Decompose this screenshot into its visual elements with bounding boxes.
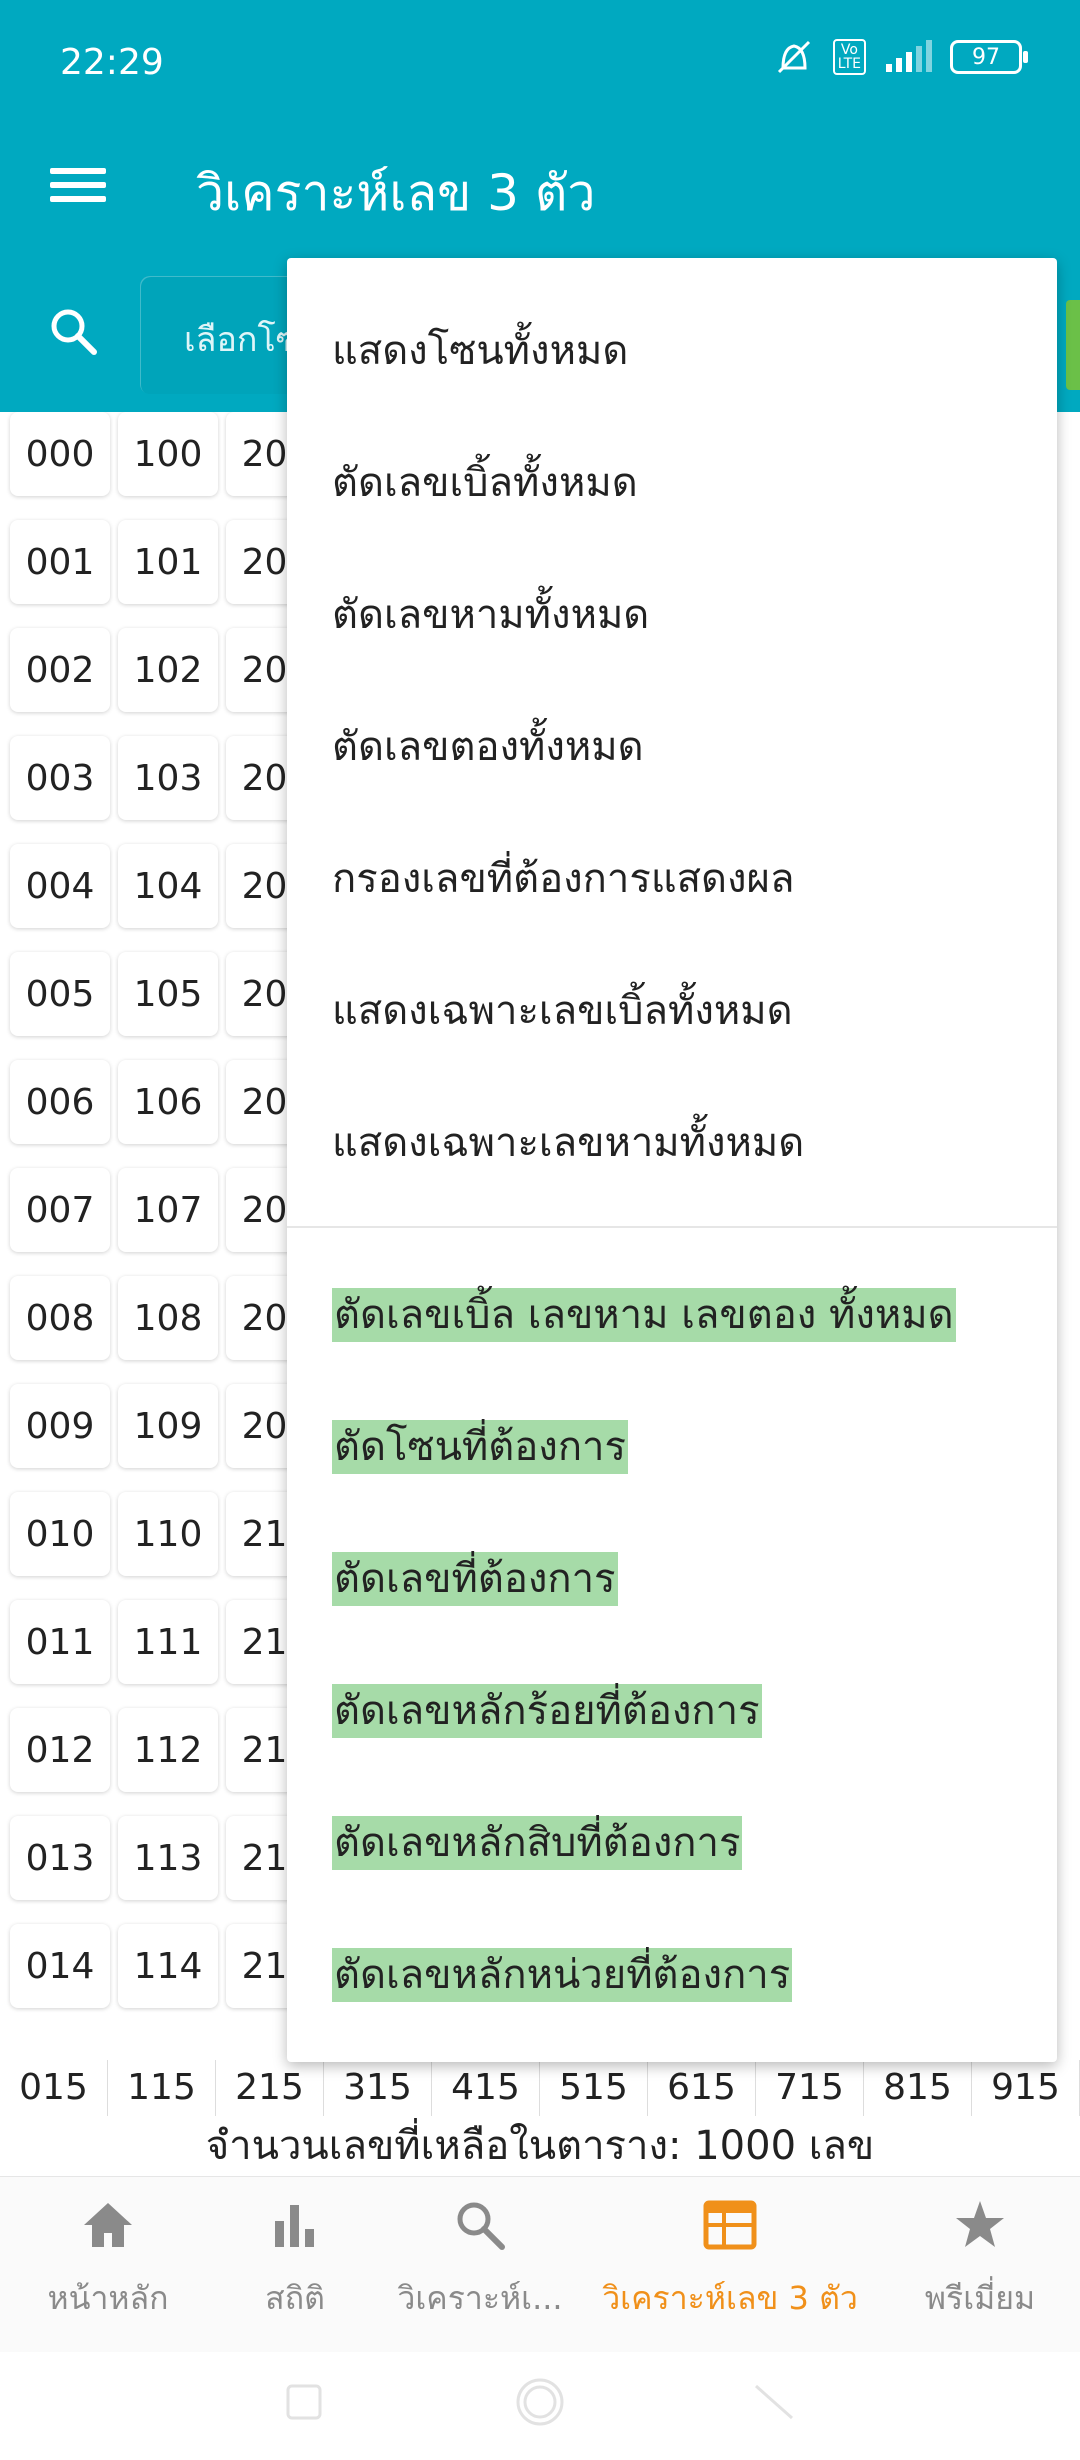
search-icon[interactable] xyxy=(48,306,100,358)
menu-item-label: ตัดเลขหลักสิบที่ต้องการ xyxy=(332,1816,743,1870)
number-cell[interactable]: 415 xyxy=(432,2060,540,2116)
number-cell[interactable]: 002 xyxy=(10,628,110,712)
number-cell[interactable]: 715 xyxy=(756,2060,864,2116)
grid-column-1: 100 101 102 103 104 105 106 107 108 109 110 111 112 1… xyxy=(118,412,218,2032)
menu-item-cut-ham[interactable]: ตัดเลขหามทั้งหมด xyxy=(332,582,649,646)
number-cell[interactable]: 010 xyxy=(10,1492,110,1576)
menu-item-show-all-zones[interactable]: แสดงโซนทั้งหมด xyxy=(332,318,628,382)
zone-select-placeholder: เลือกโซ xyxy=(184,320,299,360)
number-cell[interactable]: 107 xyxy=(118,1168,218,1252)
bar-chart-icon xyxy=(275,2205,314,2247)
number-cell[interactable]: 007 xyxy=(10,1168,110,1252)
nav-label: วิเคราะห์เ... xyxy=(397,2279,563,2317)
menu-item-filter-numbers[interactable]: กรองเลขที่ต้องการแสดงผล xyxy=(332,846,795,910)
bottom-nav: หน้าหลัก สถิติ วิเคราะห์เ... วิเคราะห์เล… xyxy=(0,2176,1080,2353)
number-cell[interactable]: 105 xyxy=(118,952,218,1036)
number-cell[interactable]: 815 xyxy=(864,2060,972,2116)
menu-icon[interactable] xyxy=(50,160,106,216)
number-cell[interactable]: 315 xyxy=(324,2060,432,2116)
home-icon xyxy=(84,2203,132,2247)
back-icon[interactable] xyxy=(752,2380,796,2424)
number-cell[interactable]: 014 xyxy=(10,1924,110,2008)
number-cell[interactable]: 103 xyxy=(118,736,218,820)
number-cell[interactable]: 006 xyxy=(10,1060,110,1144)
mute-icon xyxy=(777,40,810,74)
search-icon xyxy=(457,2202,505,2250)
menu-item-cut-zone[interactable]: ตัดโซนที่ต้องการ xyxy=(332,1414,628,1478)
number-cell[interactable]: 113 xyxy=(118,1816,218,1900)
menu-item-show-ham-only[interactable]: แสดงเฉพาะเลขหามทั้งหมด xyxy=(332,1110,804,1174)
page-title: วิเคราะห์เลข 3 ตัว xyxy=(196,164,596,222)
nav-label: วิเคราะห์เลข 3 ตัว xyxy=(602,2279,858,2317)
menu-item-label: ตัดเลขเบิ้ล เลขหาม เลขตอง ทั้งหมด xyxy=(332,1288,956,1342)
menu-item-cut-doubles[interactable]: ตัดเลขเบิ้ลทั้งหมด xyxy=(332,450,638,514)
number-cell[interactable]: 106 xyxy=(118,1060,218,1144)
nav-label: พรีเมี่ยม xyxy=(924,2279,1036,2317)
menu-item-cut-double-ham-triple[interactable]: ตัดเลขเบิ้ล เลขหาม เลขตอง ทั้งหมด xyxy=(332,1282,956,1346)
battery-level: 97 xyxy=(972,44,1000,70)
number-cell[interactable]: 104 xyxy=(118,844,218,928)
nav-label: สถิติ xyxy=(265,2279,325,2317)
number-cell[interactable]: 110 xyxy=(118,1492,218,1576)
nav-item-home[interactable]: หน้าหลัก xyxy=(0,2197,216,2324)
status-icons: Vo LTE 97 xyxy=(773,38,1028,76)
menu-item-cut-tens[interactable]: ตัดเลขหลักสิบที่ต้องการ xyxy=(332,1810,743,1874)
status-time: 22:29 xyxy=(60,42,164,83)
menu-item-label: ตัดเลขหลักร้อยที่ต้องการ xyxy=(332,1684,762,1738)
number-cell[interactable]: 000 xyxy=(10,412,110,496)
nav-item-analyze-3digit[interactable]: วิเคราะห์เลข 3 ตัว xyxy=(575,2197,885,2324)
menu-item-cut-triples[interactable]: ตัดเลขตองทั้งหมด xyxy=(332,714,644,778)
menu-item-cut-number[interactable]: ตัดเลขที่ต้องการ xyxy=(332,1546,618,1610)
menu-item-cut-units[interactable]: ตัดเลขหลักหน่วยที่ต้องการ xyxy=(332,1942,793,2006)
table-icon xyxy=(703,2200,757,2250)
nav-item-stats[interactable]: สถิติ xyxy=(187,2197,403,2324)
nav-label: หน้าหลัก xyxy=(47,2279,169,2317)
signal-icon xyxy=(886,40,932,72)
menu-divider xyxy=(287,1226,1057,1228)
menu-item-cut-hundreds[interactable]: ตัดเลขหลักร้อยที่ต้องการ xyxy=(332,1678,762,1742)
accent-tab xyxy=(1066,300,1080,390)
number-cell[interactable]: 114 xyxy=(118,1924,218,2008)
volte-icon: Vo LTE xyxy=(832,39,866,75)
nav-item-analyze[interactable]: วิเคราะห์เ... xyxy=(372,2197,588,2324)
menu-item-label: ตัดโซนที่ต้องการ xyxy=(332,1420,628,1474)
grid-column-0: 000 001 002 003 004 005 006 007 008 009 010 011 012 0… xyxy=(10,412,110,2032)
number-cell[interactable]: 915 xyxy=(972,2060,1080,2116)
number-cell[interactable]: 009 xyxy=(10,1384,110,1468)
number-cell[interactable]: 111 xyxy=(118,1600,218,1684)
number-cell[interactable]: 101 xyxy=(118,520,218,604)
number-cell[interactable]: 115 xyxy=(108,2060,216,2116)
number-cell[interactable]: 109 xyxy=(118,1384,218,1468)
nav-item-premium[interactable]: พรีเมี่ยม xyxy=(872,2197,1080,2324)
number-cell[interactable]: 012 xyxy=(10,1708,110,1792)
number-cell[interactable]: 102 xyxy=(118,628,218,712)
remaining-count: จำนวนเลขที่เหลือในตาราง: 1000 เลข xyxy=(0,2116,1080,2176)
options-menu: แสดงโซนทั้งหมด ตัดเลขเบิ้ลทั้งหมด ตัดเลข… xyxy=(287,258,1057,2062)
number-cell[interactable]: 008 xyxy=(10,1276,110,1360)
number-cell[interactable]: 100 xyxy=(118,412,218,496)
menu-item-label: ตัดเลขหลักหน่วยที่ต้องการ xyxy=(332,1948,793,2002)
recents-icon[interactable] xyxy=(282,2380,326,2424)
status-bar: 22:29 Vo LTE 97 xyxy=(0,0,1080,130)
number-cell[interactable]: 112 xyxy=(118,1708,218,1792)
number-cell[interactable]: 515 xyxy=(540,2060,648,2116)
number-cell[interactable]: 215 xyxy=(216,2060,324,2116)
number-cell[interactable]: 013 xyxy=(10,1816,110,1900)
number-cell[interactable]: 005 xyxy=(10,952,110,1036)
menu-item-label: ตัดเลขที่ต้องการ xyxy=(332,1552,618,1606)
number-cell[interactable]: 015 xyxy=(0,2060,108,2116)
number-cell[interactable]: 615 xyxy=(648,2060,756,2116)
number-cell[interactable]: 108 xyxy=(118,1276,218,1360)
star-icon xyxy=(956,2201,1004,2247)
system-nav-bar xyxy=(0,2352,1080,2460)
app-bar: วิเคราะห์เลข 3 ตัว xyxy=(0,130,1080,258)
home-button-icon[interactable] xyxy=(512,2374,568,2430)
number-cell[interactable]: 001 xyxy=(10,520,110,604)
number-cell[interactable]: 011 xyxy=(10,1600,110,1684)
grid-last-row: 015 115 215 315 415 515 615 715 815 915 xyxy=(0,2060,1080,2116)
menu-item-show-doubles-only[interactable]: แสดงเฉพาะเลขเบิ้ลทั้งหมด xyxy=(332,978,793,1042)
number-cell[interactable]: 004 xyxy=(10,844,110,928)
battery-icon: 97 xyxy=(950,40,1028,74)
number-cell[interactable]: 003 xyxy=(10,736,110,820)
